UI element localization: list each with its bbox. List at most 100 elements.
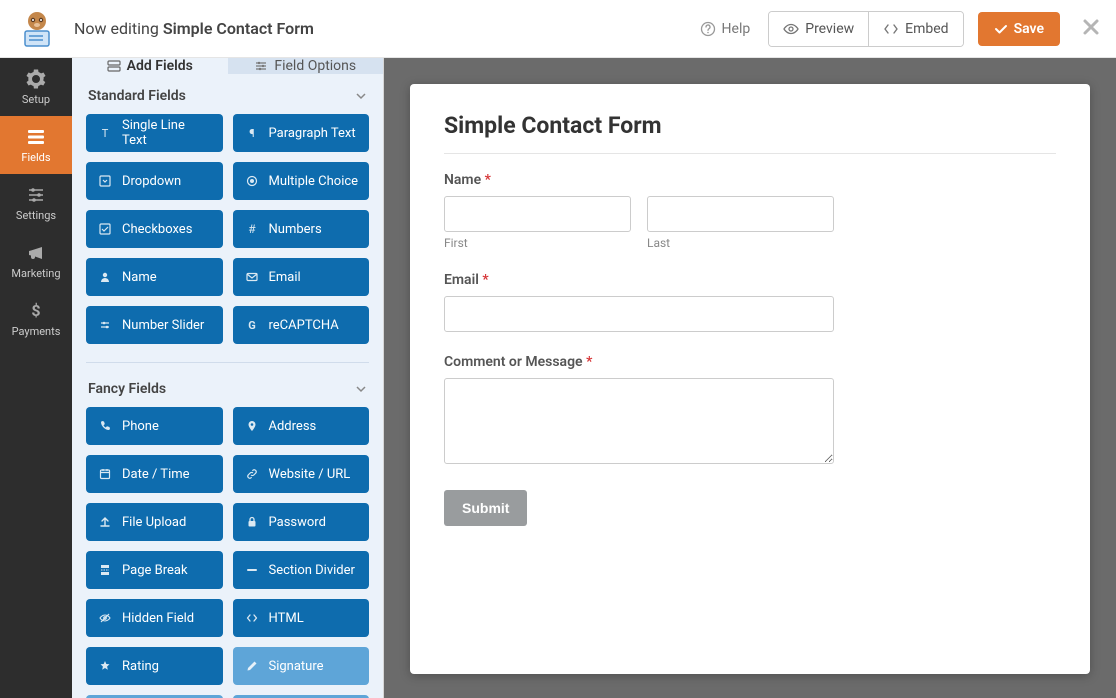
field-password[interactable]: Password (233, 503, 370, 541)
star-icon (96, 660, 114, 672)
upload-icon (96, 516, 114, 528)
text-icon: T (96, 127, 114, 139)
required-mark: * (586, 354, 592, 370)
sidebar-tabs: Add Fields Field Options (72, 58, 383, 74)
field-file-upload[interactable]: File Upload (86, 503, 223, 541)
nav-payments-label: Payments (12, 325, 61, 338)
sliders-h-icon (96, 319, 114, 331)
nav-setup[interactable]: Setup (0, 58, 72, 116)
svg-text:¶: ¶ (249, 127, 254, 139)
field-recaptcha[interactable]: GreCAPTCHA (233, 306, 370, 344)
field-numbers[interactable]: #Numbers (233, 210, 370, 248)
message-textarea[interactable] (444, 378, 834, 464)
section-standard-fields[interactable]: Standard Fields (72, 74, 383, 114)
help-icon (700, 21, 716, 37)
field-html[interactable]: HTML (233, 599, 370, 637)
list-icon (26, 127, 46, 147)
field-checkboxes[interactable]: Checkboxes (86, 210, 223, 248)
required-mark: * (485, 172, 491, 188)
close-button[interactable] (1082, 18, 1100, 40)
preview-button[interactable]: Preview (769, 12, 868, 46)
form-title: Simple Contact Form (444, 112, 1056, 154)
preview-label: Preview (805, 21, 854, 37)
field-multiple-choice[interactable]: Multiple Choice (233, 162, 370, 200)
name-label: Name * (444, 172, 834, 188)
save-label: Save (1014, 21, 1044, 37)
tab-field-options-label: Field Options (274, 58, 356, 74)
field-section-divider[interactable]: Section Divider (233, 551, 370, 589)
field-number-slider[interactable]: Number Slider (86, 306, 223, 344)
chevron-down-icon (355, 383, 367, 395)
svg-text:#: # (248, 223, 256, 235)
save-button[interactable]: Save (978, 12, 1060, 46)
email-label: Email * (444, 272, 834, 288)
field-dropdown[interactable]: Dropdown (86, 162, 223, 200)
field-paragraph-text[interactable]: ¶Paragraph Text (233, 114, 370, 152)
nav-fields-label: Fields (21, 151, 50, 164)
svg-text:$: $ (31, 301, 40, 320)
nav-setup-label: Setup (22, 93, 50, 106)
eye-icon (783, 21, 799, 37)
left-nav: Setup Fields Settings Marketing $ Paymen… (0, 58, 72, 698)
section-fancy-fields[interactable]: Fancy Fields (72, 367, 383, 407)
nav-settings[interactable]: Settings (0, 174, 72, 232)
field-hidden-field[interactable]: Hidden Field (86, 599, 223, 637)
nav-settings-label: Settings (16, 209, 56, 222)
gear-icon (26, 69, 46, 89)
header-bar: Now editing Simple Contact Form Help Pre… (0, 0, 1116, 58)
field-rating[interactable]: Rating (86, 647, 223, 685)
map-pin-icon (243, 420, 261, 432)
nav-marketing-label: Marketing (11, 267, 60, 280)
field-name[interactable]: Name (86, 258, 223, 296)
form-field-email[interactable]: Email * (444, 272, 834, 332)
submit-button[interactable]: Submit (444, 490, 527, 526)
embed-button[interactable]: Embed (868, 12, 962, 46)
nav-marketing[interactable]: Marketing (0, 232, 72, 290)
nav-payments[interactable]: $ Payments (0, 290, 72, 348)
field-signature[interactable]: Signature (233, 647, 370, 685)
nav-fields[interactable]: Fields (0, 116, 72, 174)
canvas-area: Simple Contact Form Name * First Last (384, 58, 1116, 698)
form-preview[interactable]: Simple Contact Form Name * First Last (410, 84, 1090, 674)
form-field-message[interactable]: Comment or Message * (444, 354, 834, 468)
editing-prefix-text: Now editing (74, 19, 163, 38)
google-icon: G (243, 319, 261, 331)
tab-add-fields-label: Add Fields (127, 58, 193, 74)
tab-add-fields[interactable]: Add Fields (72, 58, 228, 74)
field-page-break[interactable]: Page Break (86, 551, 223, 589)
check-square-icon (96, 223, 114, 235)
first-sublabel: First (444, 236, 631, 250)
field-email[interactable]: Email (233, 258, 370, 296)
help-label: Help (722, 21, 751, 37)
field-single-line-text[interactable]: TSingle Line Text (86, 114, 223, 152)
sliders-small-icon (254, 59, 268, 73)
minus-icon (243, 564, 261, 576)
sliders-icon (26, 185, 46, 205)
preview-embed-group: Preview Embed (768, 11, 963, 47)
last-name-input[interactable] (647, 196, 834, 232)
chevron-down-icon (355, 90, 367, 102)
phone-icon (96, 420, 114, 432)
field-date-time[interactable]: Date / Time (86, 455, 223, 493)
check-icon (994, 22, 1008, 36)
code-icon (883, 21, 899, 37)
form-field-name[interactable]: Name * First Last (444, 172, 834, 250)
field-address[interactable]: Address (233, 407, 370, 445)
hash-icon: # (243, 223, 261, 235)
code-small-icon (243, 612, 261, 624)
email-input[interactable] (444, 296, 834, 332)
form-name-text: Simple Contact Form (163, 19, 314, 38)
last-sublabel: Last (647, 236, 834, 250)
first-name-input[interactable] (444, 196, 631, 232)
caret-square-icon (96, 175, 114, 187)
tab-field-options[interactable]: Field Options (228, 58, 384, 74)
dollar-icon: $ (26, 301, 46, 321)
message-label: Comment or Message * (444, 354, 834, 370)
field-website-url[interactable]: Website / URL (233, 455, 370, 493)
help-link[interactable]: Help (700, 21, 751, 37)
calendar-icon (96, 468, 114, 480)
lock-icon (243, 516, 261, 528)
field-phone[interactable]: Phone (86, 407, 223, 445)
link-icon (243, 468, 261, 480)
cards-icon (107, 59, 121, 73)
